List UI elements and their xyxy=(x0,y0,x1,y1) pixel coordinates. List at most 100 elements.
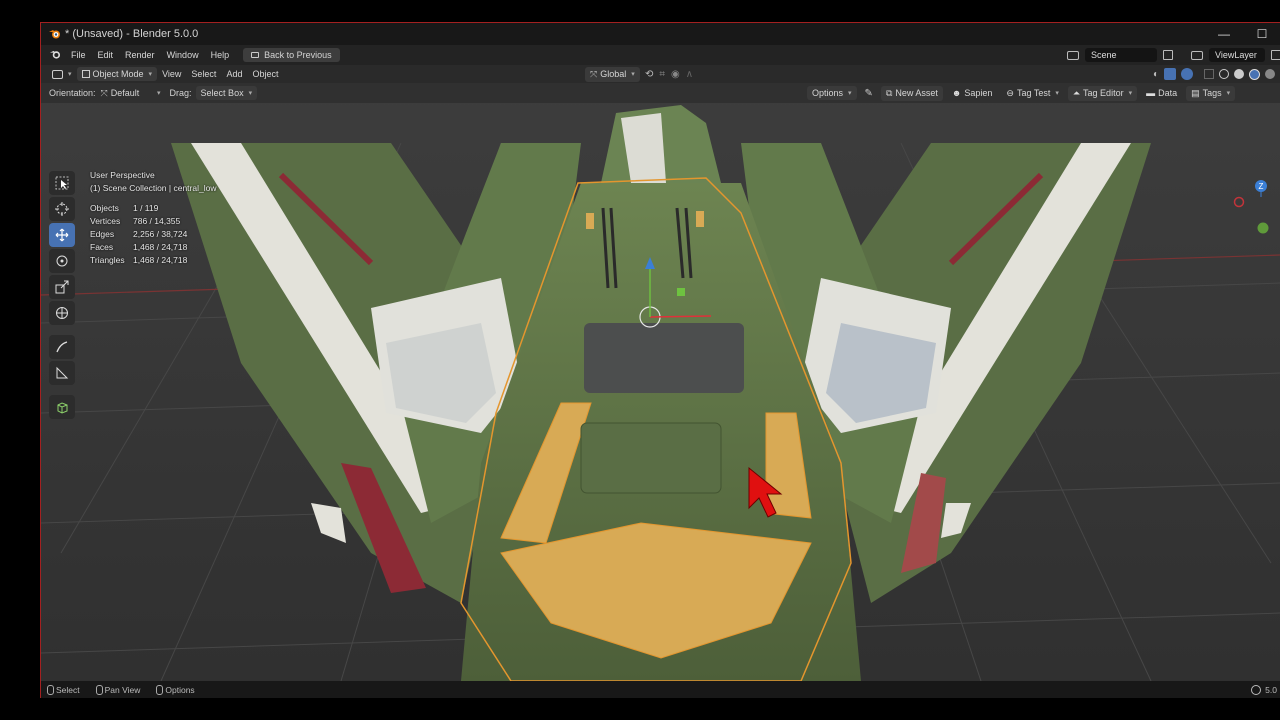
transform-orientation-value: Global xyxy=(600,69,627,79)
brush-icon[interactable]: ✎ xyxy=(865,88,873,99)
new-viewlayer-icon[interactable] xyxy=(1271,50,1280,60)
tool-settings-bar: Orientation: ⤧ Default ▾ Drag: Select Box… xyxy=(41,83,1280,103)
tool-annotate[interactable] xyxy=(49,335,75,359)
stat-value: 2,256 / 38,724 xyxy=(133,229,188,239)
sapien-button[interactable]: ☻ Sapien xyxy=(947,86,998,100)
version-label: 5.0 xyxy=(1265,685,1277,695)
proportional-edit-icon[interactable]: ◉ xyxy=(671,69,680,80)
menu-render[interactable]: Render xyxy=(119,50,161,60)
menu-help[interactable]: Help xyxy=(205,50,236,60)
new-asset-label: New Asset xyxy=(895,88,938,98)
pivot-point-icon[interactable]: ⟲ xyxy=(645,69,653,80)
tag-editor-label: Tag Editor xyxy=(1083,88,1124,98)
stat-value: 1 / 119 xyxy=(133,203,159,213)
orientation-axes-icon: ⤧ xyxy=(590,68,598,79)
minimize-button[interactable]: — xyxy=(1205,23,1243,45)
tool-transform[interactable] xyxy=(49,301,75,325)
mode-dropdown[interactable]: Object Mode ▾ xyxy=(76,67,158,81)
3d-viewport[interactable]: User Perspective (1) Scene Collection | … xyxy=(41,83,1280,681)
material-shading-icon[interactable] xyxy=(1249,68,1260,80)
mouse-icon xyxy=(95,685,103,695)
object-mode-icon xyxy=(81,70,90,78)
scene-icon xyxy=(1067,50,1079,60)
rendered-shading-icon[interactable] xyxy=(1265,69,1275,79)
stat-label: Edges xyxy=(90,229,115,239)
window-title: * (Unsaved) - Blender 5.0.0 xyxy=(65,28,199,40)
tool-move[interactable] xyxy=(49,223,75,247)
sapien-icon: ☻ xyxy=(951,88,962,98)
menu-edit[interactable]: Edit xyxy=(92,50,120,60)
transform-orientation-dropdown[interactable]: ⤧ Global ▾ xyxy=(585,66,640,82)
solid-shading-icon[interactable] xyxy=(1234,69,1244,79)
orientation-value: Default xyxy=(110,88,140,98)
tags-button[interactable]: ▤ Tags ▾ xyxy=(1186,85,1236,101)
blender-menu-icon[interactable] xyxy=(49,49,61,62)
orientation-dropdown[interactable]: ⤧ Default ▾ xyxy=(96,86,166,101)
collection-label: (1) Scene Collection | central_low xyxy=(90,183,217,193)
tool-rotate[interactable] xyxy=(49,249,75,273)
tag-editor-button[interactable]: ⏶ Tag Editor ▾ xyxy=(1067,85,1138,101)
back-to-previous-label: Back to Previous xyxy=(264,50,332,60)
asset-icon: ⧉ xyxy=(885,87,893,98)
tool-measure[interactable] xyxy=(49,361,75,385)
wireframe-shading-icon[interactable] xyxy=(1219,69,1229,79)
status-pan-view: Pan View xyxy=(95,685,141,695)
status-pan-label: Pan View xyxy=(104,685,141,695)
viewlayer-selector[interactable]: ViewLayer xyxy=(1209,48,1265,62)
mode-label: Object Mode xyxy=(92,69,144,79)
viewport-header: ▾ Object Mode ▾ View Select Add Object ⤧ … xyxy=(41,65,1280,83)
gizmo-z-label: Z xyxy=(1259,182,1264,191)
status-bar: Select Pan View Options 5.0 xyxy=(41,681,1280,698)
data-label: Data xyxy=(1158,88,1178,98)
drag-dropdown[interactable]: Select Box ▾ xyxy=(195,86,258,100)
new-scene-icon[interactable] xyxy=(1163,50,1173,60)
options-label: Options xyxy=(812,88,844,98)
menu-view[interactable]: View xyxy=(157,67,186,81)
back-to-previous-button[interactable]: Back to Previous xyxy=(243,48,340,62)
menu-file[interactable]: File xyxy=(65,50,92,60)
data-button[interactable]: ▬ Data xyxy=(1141,86,1182,100)
new-asset-button[interactable]: ⧉ New Asset xyxy=(880,85,943,101)
maximize-button[interactable]: ☐ xyxy=(1243,23,1280,45)
navigation-gizmo[interactable]: Z xyxy=(1231,171,1280,261)
tag-test-button[interactable]: ⊖ Tag Test ▾ xyxy=(1001,86,1063,101)
tags-label: Tags xyxy=(1202,88,1222,98)
scene-statistics: Objects 1 / 119 Vertices 786 / 14,355 Edge… xyxy=(90,202,187,267)
viewport-scene xyxy=(41,83,1280,681)
stat-row: Edges 2,256 / 38,724 xyxy=(90,228,187,241)
overlay-toggle-icon[interactable] xyxy=(1181,68,1193,80)
gizmo-toggle-icon[interactable] xyxy=(1164,68,1176,80)
tool-select-box[interactable] xyxy=(49,171,75,195)
title-bar: * (Unsaved) - Blender 5.0.0 — ☐ xyxy=(41,23,1280,45)
blender-logo-icon xyxy=(47,27,61,41)
stat-row: Vertices 786 / 14,355 xyxy=(90,215,187,228)
scene-selector[interactable]: Scene xyxy=(1085,48,1157,62)
tool-cursor[interactable] xyxy=(49,197,75,221)
transform-icon xyxy=(56,307,68,319)
viewlayer-icon xyxy=(1191,50,1203,60)
viewport-info: User Perspective (1) Scene Collection | … xyxy=(90,169,216,195)
status-options-label: Options xyxy=(165,685,195,695)
menu-add[interactable]: Add xyxy=(221,67,247,81)
falloff-icon[interactable]: ∧ xyxy=(686,69,693,80)
visibility-icon[interactable]: ◐ xyxy=(1153,69,1159,80)
options-dropdown[interactable]: Options ▾ xyxy=(807,86,857,100)
xray-icon[interactable] xyxy=(1204,69,1214,79)
status-select: Select xyxy=(47,685,80,695)
viewport-editor-icon xyxy=(52,69,63,79)
tool-add-cube[interactable] xyxy=(49,395,75,419)
blender-window: * (Unsaved) - Blender 5.0.0 — ☐ File Edi… xyxy=(40,22,1280,698)
snap-icon[interactable]: ⌗ xyxy=(659,69,665,80)
annotate-icon xyxy=(56,341,68,353)
menu-window[interactable]: Window xyxy=(161,50,205,60)
stat-label: Triangles xyxy=(90,255,125,265)
top-menu-bar: File Edit Render Window Help Back to Pre… xyxy=(41,45,1280,65)
tool-scale[interactable] xyxy=(49,275,75,299)
menu-object[interactable]: Object xyxy=(247,67,283,81)
menu-select[interactable]: Select xyxy=(186,67,221,81)
tag-test-label: Tag Test xyxy=(1016,88,1051,98)
stat-label: Objects xyxy=(90,203,119,213)
globe-icon xyxy=(1251,685,1262,695)
editor-type-button[interactable]: ▾ xyxy=(47,68,77,81)
stat-value: 1,468 / 24,718 xyxy=(133,242,188,252)
